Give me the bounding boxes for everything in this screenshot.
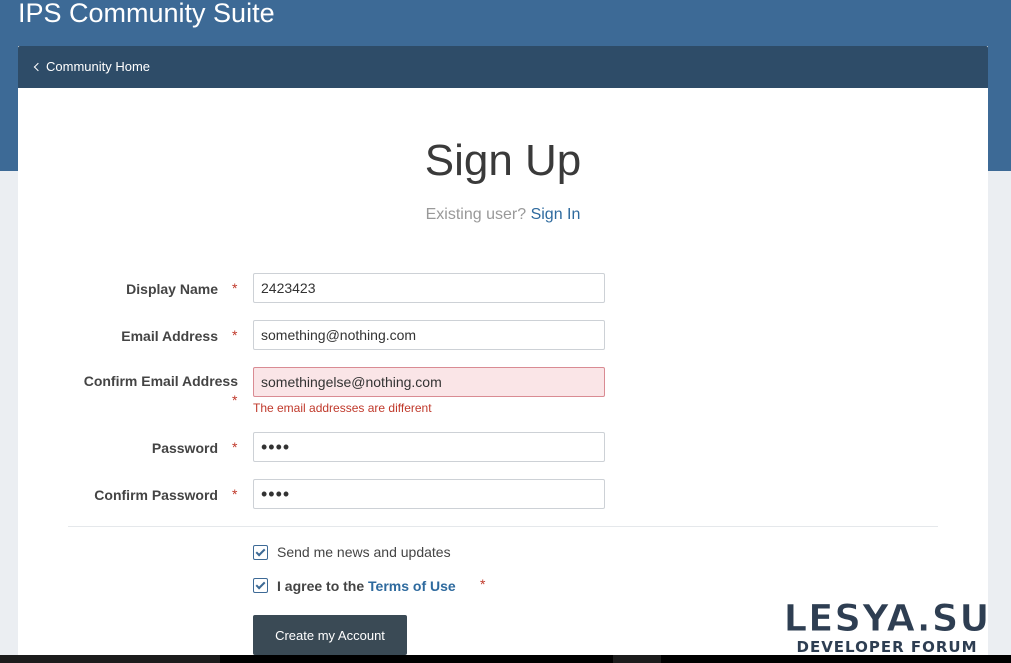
confirm-password-required-marker: *	[232, 486, 238, 502]
confirm-email-label: Confirm Email Address	[83, 373, 238, 389]
existing-user-line: Existing user? Sign In	[18, 205, 988, 225]
password-label: Password	[151, 440, 218, 456]
email-required-marker: *	[232, 327, 238, 343]
nav-bar: Community Home	[18, 46, 988, 88]
password-input[interactable]	[253, 432, 605, 462]
watermark-sub-text: DEVELOPER FORUM	[796, 638, 978, 656]
confirm-email-error-message: The email addresses are different	[253, 401, 432, 415]
display-name-input[interactable]	[253, 273, 605, 303]
strip-segment	[661, 655, 1011, 663]
site-title[interactable]: IPS Community Suite	[18, 0, 275, 30]
signup-card: Community Home Sign Up Existing user? Si…	[18, 46, 988, 663]
display-name-required-marker: *	[232, 280, 238, 296]
back-link-label: Community Home	[46, 59, 151, 74]
watermark-main-text: LESYA.SU	[783, 597, 991, 640]
confirm-email-required-marker: *	[232, 392, 238, 408]
existing-user-text: Existing user?	[425, 206, 527, 223]
watermark-logo: LESYA.SU DEVELOPER FORUM	[767, 597, 1007, 656]
terms-required-marker: *	[480, 576, 486, 592]
terms-label: I agree to the Terms of Use	[277, 577, 456, 595]
confirm-password-input[interactable]	[253, 479, 605, 509]
bottom-scroll-strip	[0, 655, 1011, 663]
newsletter-checkbox[interactable]	[253, 545, 268, 560]
create-account-button[interactable]: Create my Account	[253, 615, 407, 655]
email-label: Email Address	[121, 328, 218, 344]
confirm-password-label: Confirm Password	[94, 487, 218, 503]
email-input[interactable]	[253, 320, 605, 350]
confirm-email-input[interactable]	[253, 367, 605, 397]
terms-checkbox[interactable]	[253, 578, 268, 593]
chevron-left-icon	[33, 62, 43, 71]
terms-label-prefix: I agree to the	[277, 578, 365, 594]
strip-segment	[220, 655, 613, 663]
display-name-label: Display Name	[126, 281, 218, 297]
sign-in-link[interactable]: Sign In	[531, 206, 581, 223]
terms-of-use-link[interactable]: Terms of Use	[368, 578, 456, 594]
newsletter-label[interactable]: Send me news and updates	[277, 543, 451, 561]
form-divider	[68, 526, 938, 527]
page-title: Sign Up	[424, 136, 582, 185]
back-to-community-home-link[interactable]: Community Home	[33, 59, 150, 74]
password-required-marker: *	[232, 439, 238, 455]
